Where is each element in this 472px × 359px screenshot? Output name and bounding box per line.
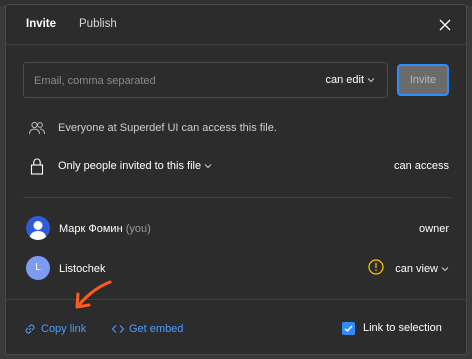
user-role-owner: owner <box>419 223 449 235</box>
restriction-label: Only people invited to this file <box>58 160 202 172</box>
user-role-label: can view <box>395 263 438 275</box>
tab-invite[interactable]: Invite <box>26 18 56 30</box>
org-access-row: Everyone at Superdef UI can access this … <box>6 116 466 140</box>
user-you-suffix: (you) <box>125 223 151 235</box>
dialog-header: Invite Publish <box>6 5 466 45</box>
get-embed-label: Get embed <box>129 322 184 335</box>
restriction-dropdown[interactable]: Only people invited to this file <box>58 160 212 172</box>
avatar: L <box>26 256 50 280</box>
user-name: Марк Фомин (you) <box>59 223 151 235</box>
divider <box>23 197 451 198</box>
link-to-selection-label: Link to selection <box>363 322 442 334</box>
avatar <box>26 216 50 240</box>
warning-icon[interactable] <box>368 259 384 275</box>
lock-icon <box>28 157 46 175</box>
restriction-row: Only people invited to this file can acc… <box>6 154 466 178</box>
chevron-down-icon <box>367 74 375 86</box>
email-field[interactable] <box>34 73 304 89</box>
close-icon[interactable] <box>437 17 453 33</box>
annotation-arrow-icon <box>75 280 112 309</box>
restriction-access-label: can access <box>393 160 449 172</box>
user-name: Listochek <box>59 263 106 275</box>
get-embed-button[interactable]: Get embed <box>111 322 183 336</box>
chevron-down-icon <box>441 263 449 275</box>
team-icon <box>28 119 46 137</box>
user-name-text: Марк Фомин <box>59 223 123 235</box>
link-to-selection-checkbox[interactable] <box>342 322 355 335</box>
invite-permission-label: can edit <box>325 74 364 86</box>
copy-link-label: Copy link <box>41 322 87 335</box>
checkmark-icon <box>344 325 353 333</box>
email-field-container: can edit <box>23 62 388 98</box>
tab-publish[interactable]: Publish <box>79 18 117 30</box>
copy-link-button[interactable]: Copy link <box>23 322 86 336</box>
org-access-text: Everyone at Superdef UI can access this … <box>58 122 277 134</box>
user-role-dropdown[interactable]: can view <box>395 263 449 275</box>
invite-button[interactable]: Invite <box>397 64 449 96</box>
invite-permission-dropdown[interactable]: can edit <box>325 74 375 86</box>
link-icon <box>25 324 35 334</box>
chevron-down-icon <box>204 160 212 172</box>
code-icon <box>111 325 125 333</box>
